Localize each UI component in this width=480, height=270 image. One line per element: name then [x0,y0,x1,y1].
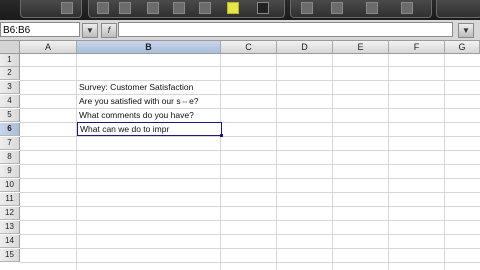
row-header-15[interactable]: 15 [0,249,20,262]
column-header-d[interactable]: D [277,41,333,54]
row-header-10[interactable]: 10 [0,179,20,192]
toolbar-button[interactable] [147,2,159,14]
cell-b6-editing-text[interactable]: What can we do to impr [80,123,169,136]
gridline [20,220,480,221]
cell-b4[interactable]: Are you satisfied with our s⇔e? [79,95,199,108]
gridline [20,150,480,151]
gridline [388,54,389,270]
mouse-cursor-icon: ⇔ [180,96,190,106]
toolbar-button[interactable] [199,2,211,14]
gridline [20,192,480,193]
toolbar-group-4 [436,0,480,18]
gridline [20,206,480,207]
gridline [20,66,480,67]
gridline [220,54,221,270]
function-icon[interactable]: f [101,23,117,38]
highlight-color-button[interactable] [227,2,239,14]
column-header-e[interactable]: E [333,41,389,54]
gridline [444,54,445,270]
font-color-button[interactable] [257,2,269,14]
column-header-b[interactable]: B [77,41,221,54]
toolbar-button[interactable] [366,2,378,14]
row-header-5[interactable]: 5 [0,109,20,122]
row-header-3[interactable]: 3 [0,81,20,94]
formula-bar: B6:B6 ▼ f ▼ [0,20,480,41]
name-box-dropdown-icon[interactable]: ▼ [82,23,98,38]
toolbar [0,0,480,21]
column-header-f[interactable]: F [389,41,445,54]
toolbar-group-2 [88,0,285,18]
row-header-8[interactable]: 8 [0,151,20,164]
cell-b4-text: Are you satisfied with our s [79,96,181,106]
row-header-9[interactable]: 9 [0,165,20,178]
row-header-7[interactable]: 7 [0,137,20,150]
gridline [332,54,333,270]
name-box[interactable]: B6:B6 [0,22,80,37]
toolbar-button[interactable] [97,2,109,14]
row-header-11[interactable]: 11 [0,193,20,206]
column-header-a[interactable]: A [20,41,77,54]
spreadsheet-grid[interactable]: A B C D E F G 1 2 3 4 5 6 7 8 9 10 11 12… [0,41,480,270]
toolbar-button[interactable] [119,2,131,14]
row-header-2[interactable]: 2 [0,67,20,80]
toolbar-group-3 [290,0,432,18]
row-header-13[interactable]: 13 [0,221,20,234]
row-header-6[interactable]: 6 [0,123,20,136]
fill-handle[interactable] [220,134,223,137]
formula-expand-icon[interactable]: ▼ [458,23,474,38]
gridline [20,234,480,235]
row-header-14[interactable]: 14 [0,235,20,248]
column-header-c[interactable]: C [221,41,277,54]
row-header-1[interactable]: 1 [0,54,20,67]
toolbar-button[interactable] [301,2,313,14]
gridline [76,54,77,270]
toolbar-group-1 [20,0,82,18]
toolbar-button[interactable] [401,2,413,14]
column-header-g[interactable]: G [445,41,480,54]
cell-b5[interactable]: What comments do you have? [79,109,194,122]
cell-b3[interactable]: Survey: Customer Satisfaction [79,81,193,94]
gridline [20,136,480,137]
active-cell-b6[interactable]: What can we do to impr [77,122,223,137]
formula-input[interactable] [118,22,453,37]
toolbar-button[interactable] [331,2,343,14]
toolbar-button[interactable] [173,2,185,14]
select-all-corner[interactable] [0,41,20,54]
row-header-12[interactable]: 12 [0,207,20,220]
gridline [276,54,277,270]
toolbar-button[interactable] [61,2,73,14]
row-header-4[interactable]: 4 [0,95,20,108]
cell-b4-tail: e? [189,96,199,106]
gridline [20,248,480,249]
gridline [20,164,480,165]
gridline [20,262,480,263]
gridline [20,178,480,179]
